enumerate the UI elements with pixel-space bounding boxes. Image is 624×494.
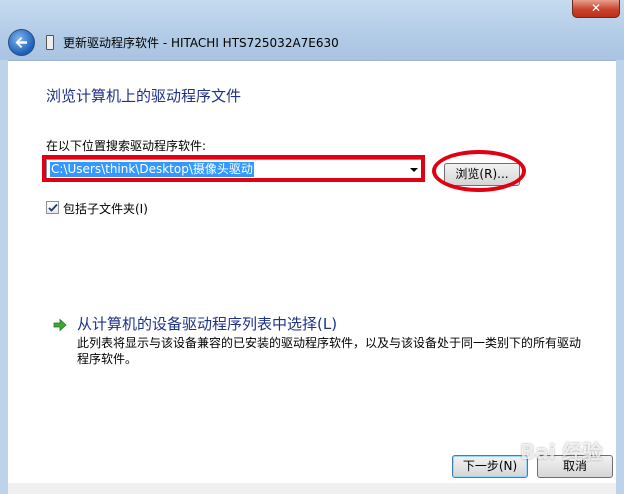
path-combobox[interactable]: C:\Users\think\Desktop\摄像头驱动	[46, 159, 422, 180]
green-arrow-icon[interactable]	[53, 318, 67, 332]
next-button[interactable]: 下一步(N)	[452, 455, 528, 478]
page-heading: 浏览计算机上的驱动程序文件	[46, 87, 242, 105]
title-bar: ✕ 更新驱动程序软件 - HITACHI HTS725032A7E630	[0, 0, 624, 60]
close-icon: ✕	[590, 1, 602, 15]
browse-button[interactable]: 浏览(R)...	[444, 163, 520, 186]
path-input-value[interactable]: C:\Users\think\Desktop\摄像头驱动	[50, 162, 254, 177]
search-location-label: 在以下位置搜索驱动程序软件:	[46, 139, 207, 153]
chevron-down-icon[interactable]	[410, 168, 418, 172]
pick-from-list-link[interactable]: 从计算机的设备驱动程序列表中选择(L)	[77, 313, 337, 334]
hard-drive-icon	[46, 35, 54, 50]
window-bottom-border	[8, 483, 616, 494]
checkmark-icon	[48, 203, 58, 212]
wizard-content: 浏览计算机上的驱动程序文件 在以下位置搜索驱动程序软件: C:\Users\th…	[8, 60, 616, 484]
back-button[interactable]	[8, 29, 35, 56]
cancel-button[interactable]: 取消	[537, 455, 613, 478]
window-title: 更新驱动程序软件 - HITACHI HTS725032A7E630	[63, 36, 339, 50]
back-arrow-icon	[15, 37, 27, 48]
pick-from-list-description: 此列表将显示与该设备兼容的已安装的驱动程序软件，以及与该设备处于同一类别下的所有…	[77, 336, 582, 366]
include-subfolders-checkbox[interactable]	[46, 201, 59, 214]
include-subfolders-label[interactable]: 包括子文件夹(I)	[63, 200, 148, 217]
close-button[interactable]: ✕	[572, 0, 620, 18]
